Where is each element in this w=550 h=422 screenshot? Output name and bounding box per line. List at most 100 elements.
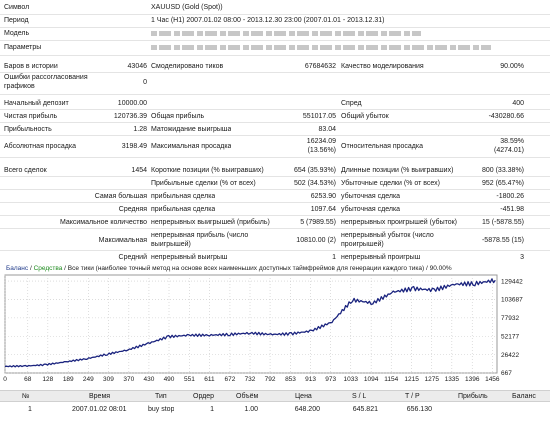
maximal-loss-value: -5878.55 (15) [481,237,524,244]
profit-factor-label: Прибыльность [4,126,52,133]
deals-header-type[interactable]: Тип [155,392,167,402]
avg-consecutive-win-value: 1 [332,254,336,261]
gross-profit-label: Общая прибыль [151,113,205,120]
model-value-obscured [151,31,421,36]
average-label: Средняя [118,206,147,213]
y-tick-label: 103687 [501,297,523,304]
deals-header-order[interactable]: Ордер [193,392,214,402]
largest-label: Самая большая [94,193,147,200]
deal-volume: 1.00 [244,406,258,413]
errors-label: Ошибки рассогласования графиков [4,74,88,90]
max-drawdown-value: 16234.09 [306,138,336,145]
deals-header-sl[interactable]: S / L [352,392,366,402]
profit-trades-label: Прибыльные сделки (% от всех) [151,180,256,187]
deals-table: № Время Тип Ордер Объём Цена S / L T / P… [0,390,550,422]
x-tick-label: 672 [224,376,235,383]
x-tick-label: 370 [123,376,134,383]
deal-number: 1 [28,406,32,413]
deal-sl: 645.821 [352,406,378,413]
max-count-label: Максимальное количество [59,219,147,226]
abs-drawdown-value: 3198.49 [121,143,147,150]
x-tick-label: 1094 [364,376,379,383]
symbol-value: XAUUSD (Gold (Spot)) [151,4,223,11]
x-tick-label: 249 [83,376,94,383]
deals-header-time[interactable]: Время [89,392,110,402]
x-tick-label: 792 [265,376,276,383]
gross-profit-value: 551017.05 [302,113,336,120]
y-tick-label: 77932 [501,315,519,322]
deals-header-price[interactable]: Цена [295,392,312,402]
x-tick-label: 1335 [445,376,460,383]
x-tick-label: 1396 [465,376,480,383]
x-tick-label: 1154 [384,376,398,383]
deals-header-profit[interactable]: Прибыль [458,392,488,402]
deal-order: 1 [210,406,214,413]
period-label: Период [4,17,29,24]
chart-title: Баланс / Средства / Все тики (наиболее т… [6,265,452,272]
x-tick-label: 551 [184,376,195,383]
x-tick-label: 490 [164,376,175,383]
x-tick-label: 430 [143,376,154,383]
bars-value: 43046 [127,63,147,70]
chart-title-balance: Баланс [6,265,29,272]
errors-value: 0 [143,79,147,86]
max-count-profit-value: 5 (7989.55) [300,219,336,226]
maximal-label: Максимальная [98,237,147,244]
gross-loss-label: Общий убыток [341,113,389,120]
rel-drawdown-amount: (4274.01) [494,147,524,154]
average-profit-value: 1097.64 [310,206,336,213]
y-tick-label: 129442 [501,278,523,285]
avg-consecutive-win-label: непрерывный выигрыш [151,254,228,261]
y-tick-label: 667 [501,370,512,377]
net-profit-value: 120736.39 [113,113,147,120]
test-report: Символ XAUUSD (Gold (Spot)) Период 1 Час… [0,0,550,265]
spread-value: 400 [512,100,524,107]
ticks-label: Смоделировано тиков [151,63,224,70]
max-count-profit-label: непрерывных выигрышей (прибыль) [151,219,270,226]
expected-payoff-label: Матожидание выигрыша [151,126,232,133]
x-tick-label: 732 [245,376,256,383]
x-tick-label: 128 [42,376,53,383]
avg-consecutive-loss-label: непрерывный проигрыш [341,254,421,261]
loss-trades-value: 952 (65.47%) [481,180,524,187]
deals-header-tp[interactable]: T / P [405,392,420,402]
rel-drawdown-value: 38.59% [500,138,524,145]
x-tick-label: 0 [3,376,7,383]
deals-header-number[interactable]: № [22,392,30,402]
deals-header-volume[interactable]: Объём [236,392,258,402]
x-tick-label: 1033 [344,376,359,383]
chart-title-method: / Все тики (наиболее точный метод на осн… [62,265,452,272]
expected-payoff-value: 83.04 [318,126,336,133]
max-count-loss-value: 15 (-5878.55) [481,219,524,226]
gross-loss-value: -430280.66 [488,113,524,120]
x-tick-label: 1275 [425,376,440,383]
abs-drawdown-label: Абсолютная просадка [4,143,76,150]
quality-value: 90.00% [500,63,524,70]
avg-consecutive-loss-value: 3 [520,254,524,261]
average-profit-label: прибыльная сделка [151,206,216,213]
x-tick-label: 1215 [404,376,419,383]
maximal-profit-label: непрерывная прибыль (число выигрышей) [151,232,249,248]
profit-factor-value: 1.28 [133,126,147,133]
x-tick-label: 853 [285,376,296,383]
quality-label: Качество моделирования [341,63,424,70]
total-trades-label: Всего сделок [4,167,47,174]
model-label: Модель [4,30,30,37]
x-tick-label: 1456 [485,376,500,383]
long-positions-value: 800 (33.38%) [481,167,524,174]
largest-loss-value: -1800.26 [496,193,524,200]
deals-header-balance[interactable]: Баланс [512,392,536,402]
deposit-value: 10000.00 [117,100,147,107]
ticks-value: 67684632 [304,63,336,70]
deals-header-row: № Время Тип Ордер Объём Цена S / L T / P… [0,390,550,402]
largest-profit-value: 6253.90 [310,193,336,200]
avg-consecutive-label: Средний [118,254,147,261]
average-loss-value: -451.98 [500,206,524,213]
short-positions-value: 654 (35.93%) [293,167,336,174]
parameters-label: Параметры [4,44,42,51]
largest-profit-label: прибыльная сделка [151,193,216,200]
table-row[interactable]: 1 2007.01.02 08:01 buy stop 1 1.00 648.2… [0,404,550,416]
largest-loss-label: убыточная сделка [341,193,401,200]
symbol-label: Символ [4,4,30,11]
chart-title-equity: Средства [33,265,63,272]
